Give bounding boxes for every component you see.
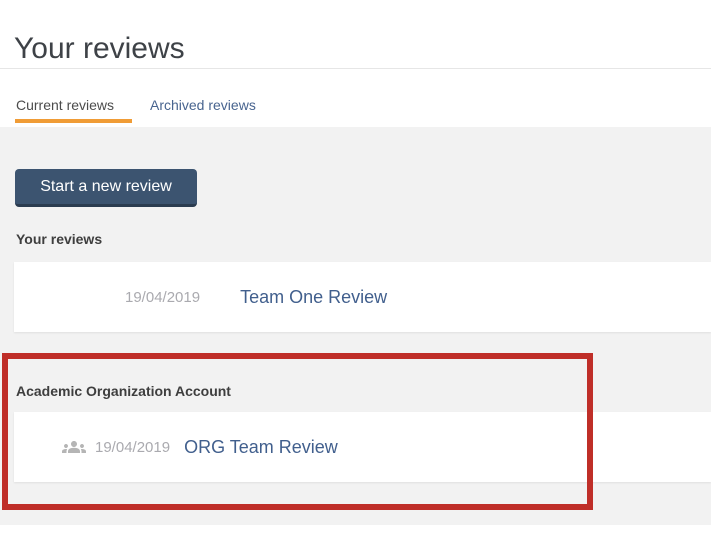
section-heading-organization: Academic Organization Account: [16, 383, 231, 399]
review-row-org-team: 19/04/2019 ORG Team Review: [14, 412, 711, 482]
active-tab-underline: [15, 119, 132, 123]
review-row-team-one: 19/04/2019 Team One Review: [14, 262, 711, 332]
review-date: 19/04/2019: [95, 438, 171, 456]
review-date: 19/04/2019: [125, 288, 201, 306]
tab-bar: Current reviews Archived reviews: [0, 69, 711, 127]
section-heading-your-reviews: Your reviews: [16, 231, 103, 247]
group-icon: [62, 435, 86, 459]
start-new-review-button[interactable]: Start a new review: [15, 169, 197, 207]
tab-current-reviews[interactable]: Current reviews: [16, 96, 114, 114]
reviews-panel: Start a new review Your reviews 19/04/20…: [0, 127, 711, 525]
review-link-team-one[interactable]: Team One Review: [240, 287, 387, 308]
review-link-org-team[interactable]: ORG Team Review: [184, 437, 338, 458]
page-title: Your reviews: [14, 32, 185, 66]
tab-archived-reviews[interactable]: Archived reviews: [150, 96, 256, 114]
